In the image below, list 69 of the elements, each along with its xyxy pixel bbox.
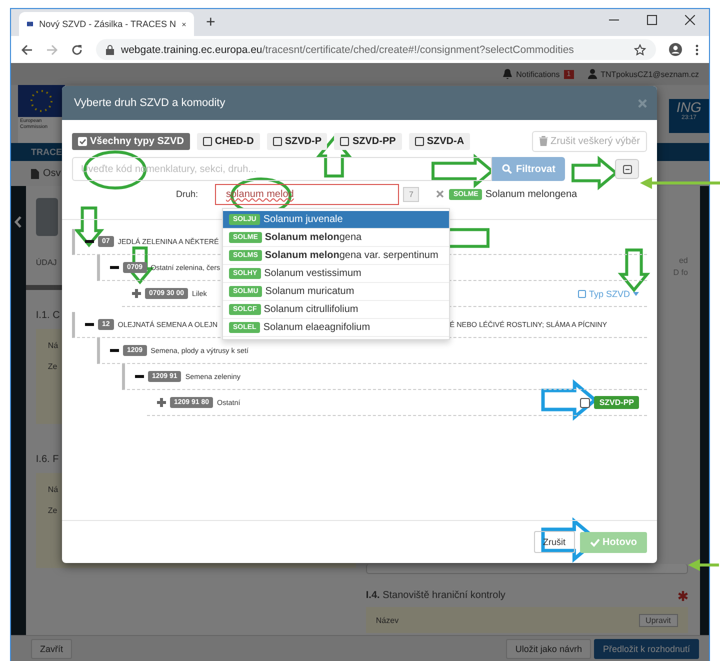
field-label: Ze	[48, 362, 58, 371]
collapse-icon[interactable]	[85, 237, 94, 246]
section-title: I.1. C	[36, 310, 60, 321]
collapse-icon[interactable]	[85, 320, 94, 329]
back-icon[interactable]	[21, 44, 33, 56]
url-text: webgate.training.ec.europa.eu/tracesnt/certificate/ched/create#!/consignment?selectCommodities	[121, 44, 574, 56]
browser-tab[interactable]: Nový SZVD - Zásilka - TRACES N	[19, 12, 194, 36]
checkbox-icon	[340, 136, 350, 146]
collapse-button[interactable]	[615, 159, 639, 179]
selected-species: Solanum melongena	[485, 188, 578, 200]
collapse-icon[interactable]	[110, 263, 119, 272]
field-label: Ze	[48, 506, 58, 515]
user-icon	[588, 69, 597, 79]
check-icon	[590, 538, 600, 546]
edit-button[interactable]: Upravit	[638, 614, 678, 626]
collapse-icon[interactable]	[110, 346, 119, 355]
checkbox[interactable]	[580, 398, 590, 408]
banner-text: ING	[676, 99, 702, 115]
arrow-annotation	[618, 248, 650, 292]
star-icon[interactable]	[634, 44, 646, 56]
filter-toggle[interactable]: SZVD-P	[266, 132, 328, 150]
bell-icon	[503, 69, 512, 79]
required-icon	[678, 590, 688, 600]
search-icon	[502, 164, 512, 174]
result-count: 7	[403, 186, 420, 202]
document-tile	[36, 198, 58, 236]
close-button[interactable]: Zavřít	[31, 638, 72, 658]
field-label: Ná	[48, 485, 58, 494]
chevron-left-icon[interactable]	[14, 216, 22, 228]
caret-icon	[633, 292, 639, 296]
filter-toggle[interactable]: Všechny typy SZVD	[72, 132, 190, 150]
expand-icon[interactable]	[132, 289, 141, 298]
section-title: I.6. F	[36, 454, 59, 465]
trash-icon	[538, 136, 548, 146]
submit-button[interactable]: Předložit k rozhodnutí	[594, 638, 699, 658]
checkbox-icon	[78, 136, 87, 146]
new-tab-button[interactable]: +	[206, 14, 216, 32]
filter-toggle[interactable]: SZVD-PP	[334, 132, 402, 150]
checkbox-icon	[414, 136, 424, 146]
checkbox-icon	[578, 290, 586, 298]
tab-title: Nový SZVD - Zásilka - TRACES N	[39, 19, 176, 29]
address-bar[interactable]: webgate.training.ec.europa.eu/tracesnt/certificate/ched/create#!/consignment?selectCommodities	[96, 39, 656, 60]
field-label: Ná	[48, 341, 58, 350]
app-title: TRACE	[31, 147, 62, 157]
maximize-icon[interactable]	[647, 15, 657, 25]
flag-icon	[27, 19, 34, 29]
toolbar-button[interactable]: Osv	[31, 168, 61, 179]
checkbox-icon	[272, 136, 282, 146]
field-label: Druh:	[174, 189, 199, 199]
save-draft-button[interactable]: Uložit jako návrh	[506, 638, 591, 658]
type-tag: SZVD-PP	[594, 396, 639, 409]
flag-icon	[18, 85, 65, 117]
account-icon[interactable]	[669, 43, 682, 56]
dialog-title: Vyberte druh SZVD a komodity	[74, 97, 226, 109]
filter-toggle[interactable]: CHED-D	[196, 132, 260, 150]
section-title: I.4. Stanoviště hraniční kontroly	[366, 590, 506, 601]
field-label: Název	[376, 616, 399, 624]
expand-icon[interactable]	[157, 398, 166, 407]
collapse-all-icon	[622, 164, 632, 174]
filter-toggle[interactable]: SZVD-A	[408, 132, 470, 150]
reload-icon[interactable]	[71, 44, 83, 56]
lock-icon	[106, 44, 114, 54]
arrow-annotation	[688, 559, 719, 571]
checkbox-icon	[202, 136, 212, 146]
remove-icon[interactable]	[436, 190, 444, 198]
close-icon[interactable]	[685, 15, 695, 25]
document-icon	[31, 168, 39, 178]
menu-icon[interactable]	[695, 44, 699, 56]
collapse-icon[interactable]	[135, 372, 144, 381]
